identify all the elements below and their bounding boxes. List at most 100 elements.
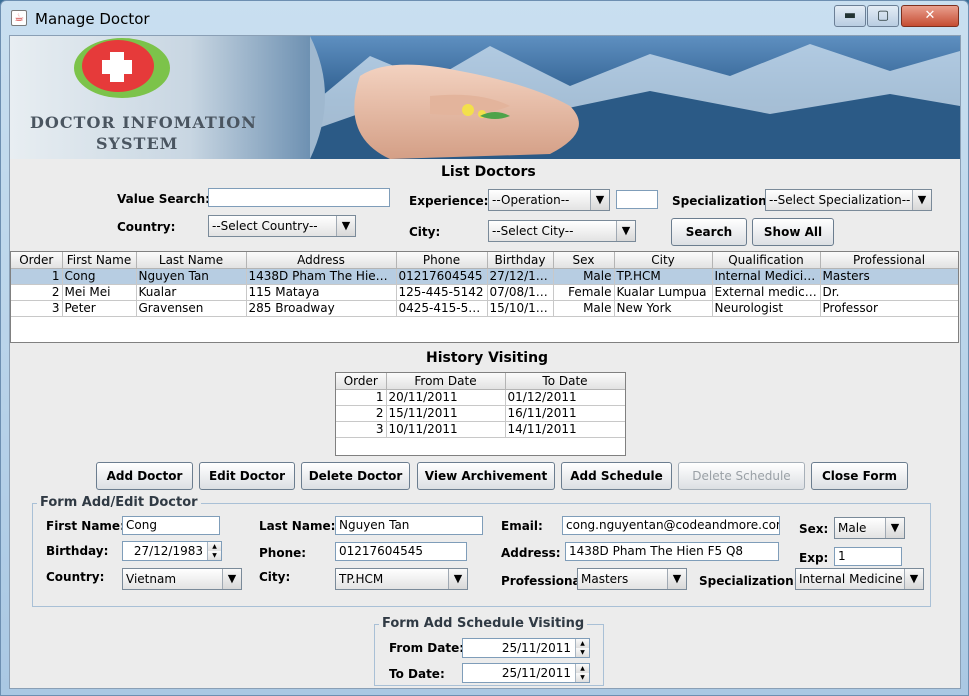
specialization-select[interactable]: Internal Medicine ▼ <box>795 568 924 590</box>
spinner-down-icon[interactable]: ▼ <box>207 551 221 560</box>
sex-value: Male <box>838 521 867 535</box>
delete-doctor-button[interactable]: Delete Doctor <box>301 462 410 490</box>
last-name-field[interactable]: Nguyen Tan <box>335 516 483 535</box>
specialization-filter-value: --Select Specialization-- <box>769 193 911 207</box>
cell-last-name: Kualar <box>136 284 247 301</box>
city-filter-select[interactable]: --Select City-- ▼ <box>488 220 636 242</box>
table-row[interactable]: 3 Peter Gravensen 285 Broadway 0425-415-… <box>11 300 958 317</box>
chevron-down-icon[interactable]: ▼ <box>590 190 609 210</box>
chevron-down-icon[interactable]: ▼ <box>448 569 467 589</box>
chevron-down-icon[interactable]: ▼ <box>222 569 241 589</box>
column-header-city[interactable]: City <box>614 252 713 269</box>
column-header-address[interactable]: Address <box>246 252 397 269</box>
add-schedule-button[interactable]: Add Schedule <box>561 462 672 490</box>
close-window-button[interactable]: ✕ <box>901 5 959 27</box>
cell-to-date: 01/12/2011 <box>505 389 625 406</box>
cell-last-name: Nguyen Tan <box>136 268 247 285</box>
minimize-button[interactable]: ▬ <box>834 5 866 27</box>
column-header-order[interactable]: Order <box>336 373 387 390</box>
header-banner: DOCTOR INFOMATION SYSTEM <box>10 36 960 159</box>
specialization-filter-label: Specialization: <box>672 194 772 208</box>
column-header-to-date[interactable]: To Date <box>505 373 625 390</box>
chevron-down-icon[interactable]: ▼ <box>885 518 904 538</box>
from-date-label: From Date: <box>389 641 465 655</box>
cell-address: 1438D Pham The Hien F5 Q8 <box>246 268 397 285</box>
table-row[interactable]: 3 10/11/2011 14/11/2011 <box>336 421 625 438</box>
table-row[interactable]: 2 15/11/2011 16/11/2011 <box>336 405 625 422</box>
exp-label: Exp: <box>799 551 829 565</box>
specialization-value: Internal Medicine <box>799 572 903 586</box>
cell-order: 1 <box>336 389 387 406</box>
cell-phone: 125-445-5142 <box>396 284 488 301</box>
add-doctor-button[interactable]: Add Doctor <box>96 462 193 490</box>
delete-schedule-button[interactable]: Delete Schedule <box>678 462 805 490</box>
column-header-birthday[interactable]: Birthday <box>487 252 554 269</box>
column-header-last-name[interactable]: Last Name <box>136 252 247 269</box>
column-header-phone[interactable]: Phone <box>396 252 488 269</box>
show-all-button[interactable]: Show All <box>752 218 834 246</box>
title-bar[interactable]: ☕ Manage Doctor ▬ ▢ ✕ <box>1 1 968 35</box>
chevron-down-icon[interactable]: ▼ <box>904 569 923 589</box>
country-filter-value: --Select Country-- <box>212 219 318 233</box>
cell-sex: Male <box>553 300 615 317</box>
spinner-down-icon[interactable]: ▼ <box>575 648 589 657</box>
doctors-table-header: Order First Name Last Name Address Phone… <box>11 252 958 269</box>
cell-professional: Masters <box>820 268 958 285</box>
experience-operation-select[interactable]: --Operation-- ▼ <box>488 189 610 211</box>
country-select[interactable]: Vietnam ▼ <box>122 568 242 590</box>
birthday-spinner[interactable]: 27/12/1983 ▲ ▼ <box>122 541 222 561</box>
chevron-down-icon[interactable]: ▼ <box>336 216 355 236</box>
address-field[interactable]: 1438D Pham The Hien F5 Q8 <box>565 542 779 561</box>
close-form-button[interactable]: Close Form <box>811 462 908 490</box>
specialization-filter-select[interactable]: --Select Specialization-- ▼ <box>765 189 932 211</box>
view-archivement-button[interactable]: View Archivement <box>417 462 555 490</box>
window-title: Manage Doctor <box>35 10 150 28</box>
table-row[interactable]: 1 Cong Nguyen Tan 1438D Pham The Hien F5… <box>11 268 958 285</box>
cell-to-date: 14/11/2011 <box>505 421 625 438</box>
experience-value-input[interactable] <box>616 190 658 209</box>
value-search-input[interactable] <box>208 188 390 207</box>
cell-phone: 0425-415-5528 <box>396 300 488 317</box>
phone-field[interactable]: 01217604545 <box>335 542 467 561</box>
edit-doctor-button[interactable]: Edit Doctor <box>199 462 295 490</box>
country-filter-select[interactable]: --Select Country-- ▼ <box>208 215 356 237</box>
city-select[interactable]: TP.HCM ▼ <box>335 568 468 590</box>
list-doctors-heading: List Doctors <box>441 164 536 180</box>
table-row[interactable]: 1 20/11/2011 01/12/2011 <box>336 389 625 406</box>
to-date-spinner[interactable]: 25/11/2011 ▲ ▼ <box>462 663 590 683</box>
birthday-value: 27/12/1983 <box>133 544 203 558</box>
cell-address: 115 Mataya <box>246 284 397 301</box>
history-visiting-heading: History Visiting <box>426 350 549 366</box>
column-header-order[interactable]: Order <box>11 252 63 269</box>
spinner-up-icon[interactable]: ▲ <box>575 639 589 648</box>
column-header-qualification[interactable]: Qualification <box>712 252 821 269</box>
column-header-professional[interactable]: Professional <box>820 252 958 269</box>
manage-doctor-window: ☕ Manage Doctor ▬ ▢ ✕ DOCTOR INFOMATION … <box>0 0 969 696</box>
table-row[interactable]: 2 Mei Mei Kualar 115 Mataya 125-445-5142… <box>11 284 958 301</box>
column-header-sex[interactable]: Sex <box>553 252 615 269</box>
cell-birthday: 15/10/1977 <box>487 300 554 317</box>
column-header-from-date[interactable]: From Date <box>386 373 506 390</box>
chevron-down-icon[interactable]: ▼ <box>616 221 635 241</box>
sex-select[interactable]: Male ▼ <box>834 517 905 539</box>
spinner-down-icon[interactable]: ▼ <box>575 673 589 682</box>
from-date-spinner[interactable]: 25/11/2011 ▲ ▼ <box>462 638 590 658</box>
exp-field[interactable]: 1 <box>834 547 902 566</box>
professional-select[interactable]: Masters ▼ <box>577 568 687 590</box>
banner-title-line1: DOCTOR INFOMATION <box>30 113 257 132</box>
maximize-button[interactable]: ▢ <box>867 5 899 27</box>
chevron-down-icon[interactable]: ▼ <box>667 569 686 589</box>
spinner-up-icon[interactable]: ▲ <box>207 542 221 551</box>
search-button[interactable]: Search <box>671 218 747 246</box>
email-field[interactable]: cong.nguyentan@codeandmore.com <box>562 516 780 535</box>
value-search-label: Value Search: <box>117 192 210 206</box>
cell-qualification: Internal Medicine <box>712 268 821 285</box>
specialization-label: Specialization: <box>699 574 799 588</box>
cell-city: New York <box>614 300 713 317</box>
first-name-field[interactable]: Cong <box>122 516 220 535</box>
country-value: Vietnam <box>126 572 177 586</box>
chevron-down-icon[interactable]: ▼ <box>912 190 931 210</box>
cell-from-date: 10/11/2011 <box>386 421 506 438</box>
column-header-first-name[interactable]: First Name <box>62 252 137 269</box>
spinner-up-icon[interactable]: ▲ <box>575 664 589 673</box>
